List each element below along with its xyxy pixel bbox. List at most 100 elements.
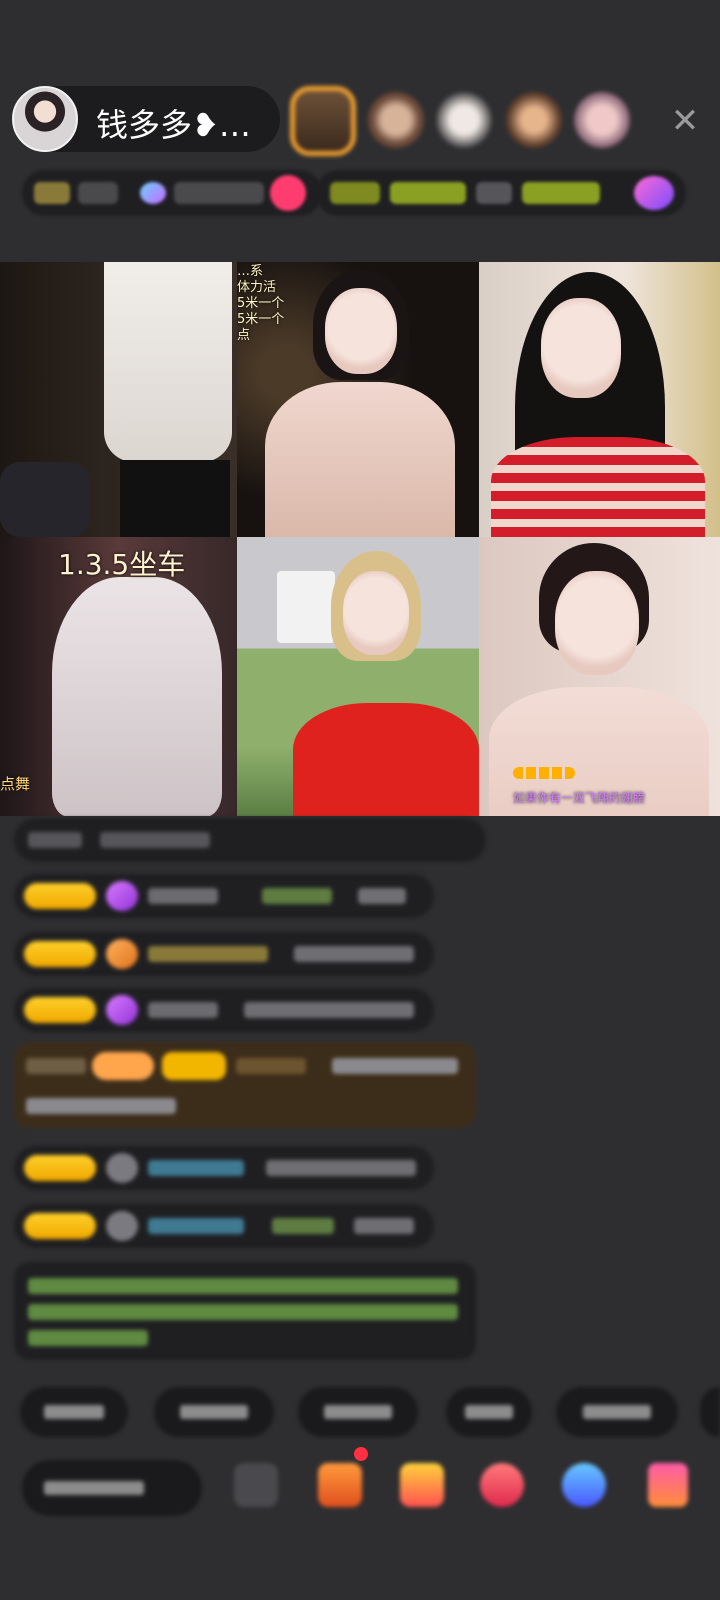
- guest-video-3-face: [541, 298, 621, 398]
- chat-text: [272, 1218, 334, 1234]
- chat-username: [148, 1002, 218, 1018]
- user-avatar-icon: [106, 1153, 138, 1183]
- guest-video-6-hearts: [513, 767, 575, 779]
- host-name: 钱多多❥…: [96, 106, 251, 144]
- red-badge-icon: [270, 175, 306, 211]
- comment-input[interactable]: [22, 1460, 202, 1516]
- chat-message[interactable]: [14, 1146, 434, 1190]
- guest-video-5-frame: [277, 571, 335, 643]
- guest-video-6[interactable]: 如果你有一双飞翔的翅膀: [479, 537, 720, 816]
- more-icon[interactable]: [648, 1463, 688, 1507]
- chat-text: [236, 1058, 306, 1074]
- close-icon[interactable]: ✕: [668, 104, 702, 138]
- gift-box-icon[interactable]: [400, 1463, 444, 1507]
- quick-reply-text: [464, 1405, 514, 1419]
- guest-video-4-bottom-text: 点舞: [0, 775, 31, 793]
- quick-reply-text: [180, 1405, 248, 1419]
- overlay-line: 5米一个: [237, 312, 285, 327]
- guest-video-5-top: [293, 703, 479, 816]
- activity-icon: [634, 176, 674, 210]
- fan-level-badge: [24, 997, 96, 1023]
- quick-reply-text: [43, 1405, 105, 1419]
- purple-diamond-icon: [106, 995, 138, 1025]
- quick-reply-chip-5[interactable]: [556, 1387, 678, 1437]
- viewer-avatar-4[interactable]: [506, 92, 562, 148]
- gem-count: [174, 182, 264, 204]
- rank-text: [78, 182, 118, 204]
- host-profile-pill[interactable]: 钱多多❥…: [12, 86, 280, 152]
- fan-level-badge: [162, 1052, 226, 1080]
- notification-dot: [354, 1447, 368, 1461]
- guest-video-2[interactable]: …系 体力活 5米一个 5米一个 点: [237, 262, 479, 537]
- chat-message[interactable]: [14, 874, 434, 918]
- chat-text: [332, 1058, 458, 1074]
- chat-message[interactable]: [14, 1204, 434, 1248]
- viewer-avatar-3[interactable]: [436, 92, 492, 148]
- viewer-avatar-1[interactable]: [290, 86, 356, 156]
- guest-video-3[interactable]: [479, 262, 720, 537]
- viewer-avatar-5[interactable]: [574, 92, 630, 148]
- chat-system-notice: [14, 1262, 476, 1360]
- purple-diamond-icon: [106, 881, 138, 911]
- host-avatar[interactable]: [12, 86, 78, 152]
- guest-video-2-overlay: …系 体力活 5米一个 5米一个 点: [237, 264, 284, 344]
- multi-guest-video-grid: …系 体力活 5米一个 5米一个 点 1.3.5坐车 点舞 如果你有一双飞翔的翅…: [0, 262, 720, 816]
- activity-chip-2: [390, 182, 466, 204]
- guest-video-6-face: [555, 571, 639, 675]
- orange-fan-icon: [106, 939, 138, 969]
- guest-video-1-figure: [104, 262, 232, 462]
- share-icon[interactable]: [562, 1463, 606, 1507]
- chat-username: [148, 888, 218, 904]
- chat-text: [262, 888, 332, 904]
- quick-reply-chip-2[interactable]: [154, 1387, 274, 1437]
- quick-reply-text: [324, 1405, 392, 1419]
- activity-bar[interactable]: [316, 170, 686, 216]
- guest-video-1-chair: [0, 462, 90, 537]
- chat-message-highlight[interactable]: [14, 1042, 476, 1128]
- activity-chip-3: [476, 182, 512, 204]
- guest-video-2-top: [265, 382, 455, 537]
- chat-text: [28, 832, 82, 848]
- chat-username: [26, 1058, 86, 1074]
- chat-text: [358, 888, 406, 904]
- quick-reply-chip-4[interactable]: [446, 1387, 532, 1437]
- guest-video-1[interactable]: [0, 262, 237, 537]
- fan-club-icon[interactable]: [480, 1463, 524, 1507]
- guest-video-2-face: [325, 288, 397, 374]
- chat-text: [294, 946, 414, 962]
- guest-video-3-top: [491, 437, 705, 537]
- host-info-bar[interactable]: [22, 170, 322, 216]
- rank-chip: [34, 182, 70, 204]
- guest-video-4[interactable]: 1.3.5坐车 点舞: [0, 537, 237, 816]
- guest-video-4-title: 1.3.5坐车: [58, 548, 186, 581]
- quick-reply-chip-6[interactable]: [700, 1387, 720, 1437]
- overlay-line: 体力活: [237, 280, 277, 295]
- emoji-icon[interactable]: [234, 1463, 278, 1507]
- notice-text: [28, 1278, 458, 1294]
- activity-chip-1: [330, 182, 380, 204]
- guest-video-5-face: [343, 571, 409, 655]
- fan-level-badge: [24, 1155, 96, 1181]
- level-badge: [92, 1052, 154, 1080]
- notice-text: [28, 1330, 148, 1346]
- quick-reply-chip-3[interactable]: [298, 1387, 418, 1437]
- overlay-line: 点: [237, 328, 251, 343]
- chat-username: [148, 1160, 244, 1176]
- chat-text: [100, 832, 210, 848]
- comment-placeholder: [44, 1481, 144, 1495]
- overlay-line: 5米一个: [237, 296, 285, 311]
- chat-message[interactable]: [14, 988, 434, 1032]
- chat-username: [148, 946, 268, 962]
- chat-text: [354, 1218, 414, 1234]
- viewer-avatar-2[interactable]: [368, 92, 424, 148]
- chat-text: [266, 1160, 416, 1176]
- fan-level-badge: [24, 883, 96, 909]
- quick-reply-chip-1[interactable]: [20, 1387, 128, 1437]
- fan-level-badge: [24, 941, 96, 967]
- guest-video-5[interactable]: [237, 537, 479, 816]
- chat-text: [26, 1098, 176, 1114]
- overlay-line: …系: [237, 264, 264, 279]
- task-gift-icon[interactable]: [318, 1463, 362, 1507]
- user-avatar-icon: [106, 1211, 138, 1241]
- chat-message[interactable]: [14, 932, 434, 976]
